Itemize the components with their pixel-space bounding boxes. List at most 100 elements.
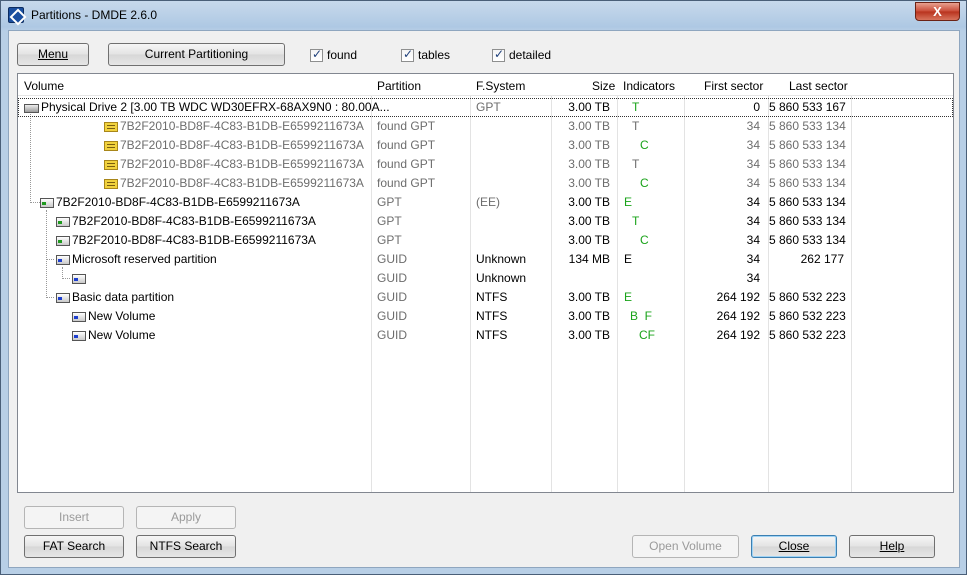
cell-size: 3.00 TB bbox=[568, 233, 610, 247]
cell-size: 3.00 TB bbox=[568, 157, 610, 171]
found-checkbox-label: found bbox=[327, 48, 358, 62]
cell-first-sector: 34 bbox=[746, 119, 760, 133]
cell-partition: GPT bbox=[377, 214, 402, 228]
column-header-size[interactable]: Size bbox=[592, 79, 615, 93]
help-button-label: Help bbox=[879, 539, 905, 553]
column-header-partition[interactable]: Partition bbox=[377, 79, 421, 93]
close-button[interactable]: Close bbox=[751, 535, 837, 558]
column-header-volume[interactable]: Volume bbox=[24, 79, 64, 93]
insert-button-label: Insert bbox=[58, 510, 89, 524]
tables-checkbox[interactable]: tables bbox=[401, 47, 450, 63]
cell-size: 3.00 TB bbox=[568, 195, 610, 209]
cell-first-sector: 34 bbox=[746, 252, 760, 266]
open-volume-button[interactable]: Open Volume bbox=[632, 535, 739, 558]
help-button[interactable]: Help bbox=[849, 535, 935, 558]
cell-size: 3.00 TB bbox=[568, 309, 610, 323]
cell-first-sector: 34 bbox=[746, 271, 760, 285]
table-row[interactable]: 7B2F2010-BD8F-4C83-B1DB-E6599211673A fou… bbox=[18, 117, 953, 136]
fat-search-button[interactable]: FAT Search bbox=[24, 535, 124, 558]
client-area: Menu Current Partitioning found tables d… bbox=[8, 30, 960, 568]
table-row[interactable]: New Volume GUID NTFS 3.00 TB B F 264 192… bbox=[18, 307, 953, 326]
tables-checkbox-box[interactable] bbox=[401, 47, 414, 62]
table-row[interactable]: Basic data partition GUID NTFS 3.00 TB E… bbox=[18, 288, 953, 307]
table-row[interactable]: 7B2F2010-BD8F-4C83-B1DB-E6599211673A fou… bbox=[18, 174, 953, 193]
partitions-table[interactable]: Volume Partition F.System Size Indicator… bbox=[17, 73, 954, 493]
partition-green-icon bbox=[56, 236, 70, 246]
apply-button[interactable]: Apply bbox=[136, 506, 236, 529]
cell-partition: found GPT bbox=[377, 176, 436, 190]
ntfs-search-button[interactable]: NTFS Search bbox=[136, 535, 236, 558]
title-bar[interactable]: Partitions - DMDE 2.6.0 X bbox=[1, 1, 966, 29]
detailed-checkbox[interactable]: detailed bbox=[492, 47, 551, 63]
cell-size: 3.00 TB bbox=[568, 214, 610, 228]
table-row[interactable]: Physical Drive 2 [3.00 TB WDC WD30EFRX-6… bbox=[18, 98, 953, 117]
window-title: Partitions - DMDE 2.6.0 bbox=[31, 8, 158, 22]
cell-filesystem: Unknown bbox=[476, 252, 527, 266]
cell-indicators: T bbox=[632, 119, 640, 133]
column-header-first-sector[interactable]: First sector bbox=[704, 79, 763, 93]
cell-indicators: C bbox=[640, 176, 649, 190]
table-row[interactable]: 7B2F2010-BD8F-4C83-B1DB-E6599211673A GPT… bbox=[18, 193, 953, 212]
apply-button-label: Apply bbox=[170, 510, 202, 524]
cell-filesystem: NTFS bbox=[476, 309, 508, 323]
cell-filesystem: NTFS bbox=[476, 290, 508, 304]
cell-first-sector: 34 bbox=[746, 157, 760, 171]
cell-first-sector: 264 192 bbox=[716, 328, 760, 342]
table-row[interactable]: 7B2F2010-BD8F-4C83-B1DB-E6599211673A GPT… bbox=[18, 231, 953, 250]
column-header-indicators[interactable]: Indicators bbox=[623, 79, 675, 93]
table-row[interactable]: 7B2F2010-BD8F-4C83-B1DB-E6599211673A fou… bbox=[18, 155, 953, 174]
cell-last-sector: 5 860 533 167 bbox=[769, 100, 846, 114]
cell-indicators: T bbox=[632, 100, 640, 114]
insert-button[interactable]: Insert bbox=[24, 506, 124, 529]
cell-size: 3.00 TB bbox=[568, 100, 610, 114]
cell-first-sector: 34 bbox=[746, 176, 760, 190]
cell-volume: Basic data partition bbox=[72, 290, 175, 304]
column-header-filesystem[interactable]: F.System bbox=[476, 79, 525, 93]
table-row[interactable]: GUID Unknown 34 bbox=[18, 269, 953, 288]
cell-first-sector: 0 bbox=[753, 100, 760, 114]
cell-partition: GUID bbox=[377, 271, 407, 285]
cell-last-sector: 5 860 532 223 bbox=[769, 328, 846, 342]
dmde-window: Partitions - DMDE 2.6.0 X Menu Current P… bbox=[0, 0, 967, 575]
found-table-icon bbox=[104, 122, 118, 132]
found-checkbox[interactable]: found bbox=[310, 47, 357, 63]
cell-indicators: T bbox=[632, 157, 640, 171]
partition-blue-icon bbox=[72, 331, 86, 341]
partition-green-icon bbox=[56, 217, 70, 227]
menu-button[interactable]: Menu bbox=[17, 43, 89, 66]
cell-size: 134 MB bbox=[568, 252, 610, 266]
table-row[interactable]: New Volume GUID NTFS 3.00 TB CF 264 192 … bbox=[18, 326, 953, 345]
partition-blue-icon bbox=[56, 293, 70, 303]
cell-size: 3.00 TB bbox=[568, 138, 610, 152]
table-row[interactable]: Microsoft reserved partition GUID Unknow… bbox=[18, 250, 953, 269]
cell-first-sector: 34 bbox=[746, 233, 760, 247]
partition-blue-icon bbox=[56, 255, 70, 265]
table-row[interactable]: 7B2F2010-BD8F-4C83-B1DB-E6599211673A fou… bbox=[18, 136, 953, 155]
current-partitioning-button[interactable]: Current Partitioning bbox=[108, 43, 285, 66]
cell-indicators: E bbox=[624, 195, 633, 209]
cell-last-sector: 5 860 533 134 bbox=[769, 233, 846, 247]
found-table-icon bbox=[104, 160, 118, 170]
current-partitioning-label: Current Partitioning bbox=[144, 47, 249, 61]
cell-filesystem: NTFS bbox=[476, 328, 508, 342]
app-icon[interactable] bbox=[8, 7, 24, 23]
cell-partition: GUID bbox=[377, 328, 407, 342]
cell-indicators: CF bbox=[639, 328, 655, 342]
cell-last-sector: 5 860 533 134 bbox=[769, 176, 846, 190]
cell-size: 3.00 TB bbox=[568, 328, 610, 342]
window-close-button[interactable]: X bbox=[915, 2, 960, 21]
cell-indicators: E bbox=[624, 252, 633, 266]
found-checkbox-box[interactable] bbox=[310, 47, 323, 62]
cell-partition: GUID bbox=[377, 252, 407, 266]
cell-last-sector: 5 860 533 134 bbox=[769, 214, 846, 228]
cell-indicators: E bbox=[624, 290, 633, 304]
cell-partition: GPT bbox=[377, 195, 402, 209]
table-row[interactable]: 7B2F2010-BD8F-4C83-B1DB-E6599211673A GPT… bbox=[18, 212, 953, 231]
hard-drive-icon bbox=[24, 104, 39, 113]
detailed-checkbox-box[interactable] bbox=[492, 47, 505, 62]
cell-first-sector: 34 bbox=[746, 138, 760, 152]
cell-volume: 7B2F2010-BD8F-4C83-B1DB-E6599211673A bbox=[120, 176, 364, 190]
column-header-last-sector[interactable]: Last sector bbox=[789, 79, 848, 93]
cell-last-sector: 5 860 532 223 bbox=[769, 290, 846, 304]
cell-filesystem: GPT bbox=[476, 100, 501, 114]
